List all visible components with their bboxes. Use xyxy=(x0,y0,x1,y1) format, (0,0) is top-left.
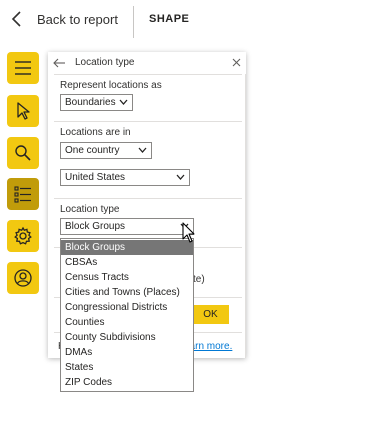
user-icon xyxy=(14,269,32,287)
location-type-dropdown[interactable]: Block Groups CBSAs Census Tracts Cities … xyxy=(60,238,194,392)
country-scope-select[interactable]: One country xyxy=(60,142,152,159)
settings-button[interactable] xyxy=(7,220,39,252)
dropdown-option[interactable]: States xyxy=(61,360,193,375)
locations-in-label: Locations are in xyxy=(60,127,131,138)
panel-title: Location type xyxy=(75,57,135,68)
chevron-down-icon xyxy=(138,147,147,153)
location-type-label: Location type xyxy=(60,204,120,215)
represent-value: Boundaries xyxy=(65,97,116,108)
menu-icon xyxy=(15,61,31,75)
list-button[interactable] xyxy=(7,178,39,210)
divider xyxy=(54,74,242,75)
panel-scroll-edge xyxy=(245,74,246,358)
select-tool-button[interactable] xyxy=(7,95,39,127)
list-icon xyxy=(14,186,31,203)
location-type-select[interactable]: Block Groups xyxy=(60,218,194,235)
partial-option-text: te) xyxy=(193,274,205,285)
represent-select[interactable]: Boundaries xyxy=(60,94,133,111)
dropdown-option[interactable]: DMAs xyxy=(61,345,193,360)
profile-button[interactable] xyxy=(7,262,39,294)
page-title: SHAPE xyxy=(149,13,190,25)
close-icon[interactable] xyxy=(232,58,241,67)
dropdown-option[interactable]: Cities and Towns (Places) xyxy=(61,285,193,300)
dropdown-option[interactable]: County Subdivisions xyxy=(61,330,193,345)
top-bar: Back to report SHAPE xyxy=(0,0,390,40)
chevron-down-icon xyxy=(119,99,128,105)
dropdown-option[interactable]: CBSAs xyxy=(61,255,193,270)
dropdown-option[interactable]: Census Tracts xyxy=(61,270,193,285)
menu-button[interactable] xyxy=(7,52,39,84)
back-arrow-icon[interactable] xyxy=(10,10,24,28)
panel-back-icon[interactable] xyxy=(52,57,66,69)
mouse-cursor-icon xyxy=(182,222,195,243)
country-select[interactable]: United States xyxy=(60,169,190,186)
search-button[interactable] xyxy=(7,137,39,169)
dropdown-option[interactable]: Block Groups xyxy=(61,240,193,255)
country-value: United States xyxy=(65,172,126,183)
location-type-value: Block Groups xyxy=(65,221,126,232)
dropdown-option[interactable]: ZIP Codes xyxy=(61,375,193,390)
pointer-icon xyxy=(17,102,30,120)
divider xyxy=(54,198,242,199)
chevron-down-icon xyxy=(176,174,185,180)
panel-header: Location type xyxy=(48,52,246,74)
top-divider xyxy=(133,6,134,38)
search-icon xyxy=(15,145,31,161)
gear-icon xyxy=(14,226,32,245)
dropdown-option[interactable]: Counties xyxy=(61,315,193,330)
divider xyxy=(54,121,242,122)
represent-label: Represent locations as xyxy=(60,80,162,91)
dropdown-option[interactable]: Congressional Districts xyxy=(61,300,193,315)
ok-button[interactable]: OK xyxy=(192,305,229,324)
country-scope-value: One country xyxy=(65,145,120,156)
back-to-report-link[interactable]: Back to report xyxy=(37,12,118,27)
